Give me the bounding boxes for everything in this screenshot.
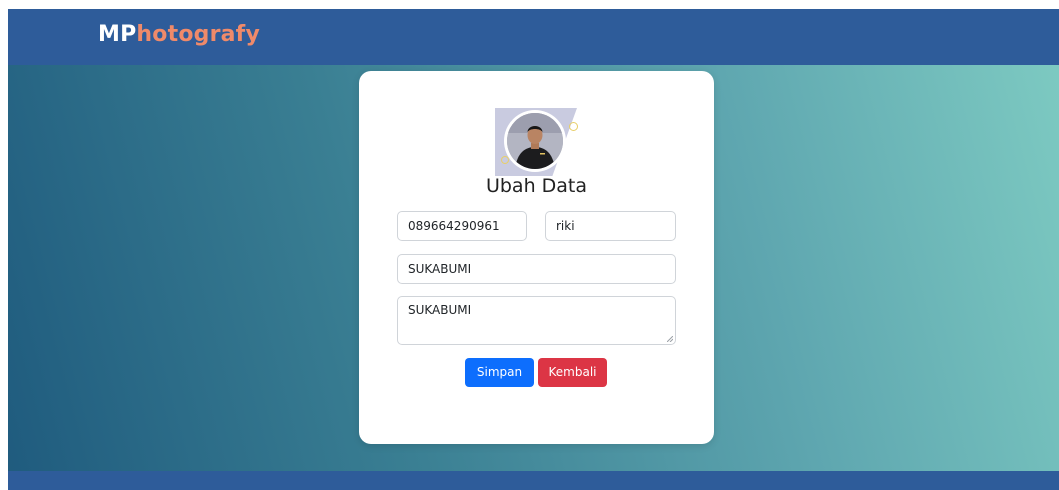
save-button[interactable]: Simpan (465, 358, 534, 387)
phone-input[interactable] (397, 211, 527, 241)
back-button[interactable]: Kembali (538, 358, 607, 387)
edit-form-card: Ubah Data SUKABUMI Simpan Kembali (359, 71, 714, 444)
page-frame: MPhotografy Ubah Data 089664290961 riki … (8, 9, 1059, 490)
navbar: MPhotografy (8, 9, 1059, 65)
brand-prefix: MP (98, 22, 137, 47)
decorative-circle (569, 122, 578, 131)
footer-bar (8, 471, 1059, 490)
name-input[interactable] (545, 211, 676, 241)
form-title: Ubah Data (485, 175, 588, 197)
profile-avatar (495, 108, 578, 176)
brand-logo[interactable]: MPhotografy (98, 22, 260, 47)
resize-grip-icon[interactable] (667, 336, 673, 342)
avatar-photo (507, 113, 563, 169)
brand-suffix: hotografy (136, 22, 260, 47)
address-textarea[interactable]: SUKABUMI (397, 296, 676, 345)
city-input[interactable] (397, 254, 676, 284)
